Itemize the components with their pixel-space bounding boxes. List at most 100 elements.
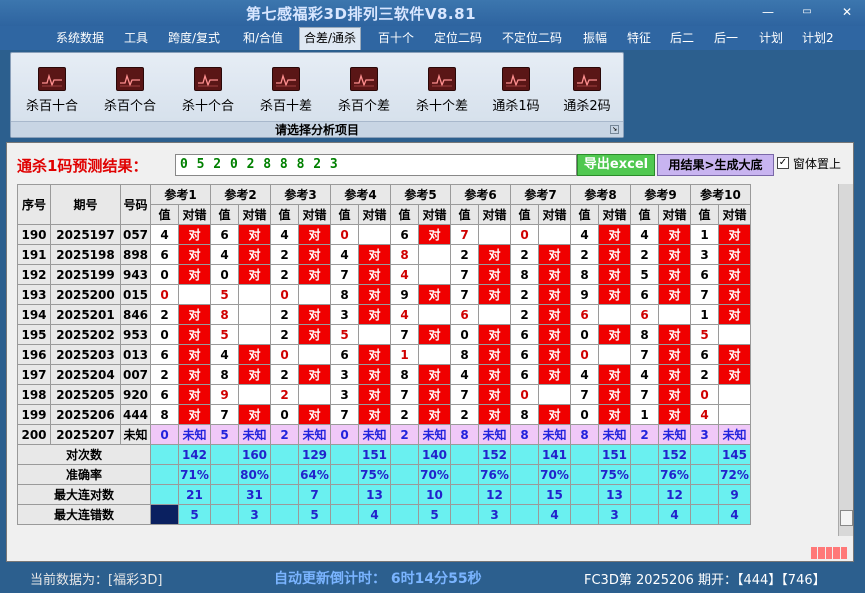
issue-header[interactable]: 期号 (50, 184, 121, 225)
ref-value-cell: 0 (450, 324, 479, 345)
ribbon-button-0[interactable]: 杀百十合 (17, 65, 87, 115)
ref-hit-cell: 对 (178, 224, 211, 245)
ref-header-4[interactable]: 参考4 (330, 184, 391, 205)
row-seq: 199 (17, 404, 51, 425)
close-button[interactable]: ✕ (838, 5, 856, 19)
vertical-scrollbar[interactable] (838, 184, 853, 536)
table-row[interactable]: 199 2025206 444 8 对 7 对 0 对 7 对 2 对 2 对 8 对 0 对 1 对 4 (17, 404, 751, 425)
generate-base-button[interactable]: 用结果>生成大底 (657, 154, 774, 176)
menu-item-7[interactable]: 不定位二码 (502, 29, 562, 47)
table-row[interactable]: 190 2025197 057 4 对 6 对 4 对 0 6 对 7 0 4 对 4 对 1 对 (17, 224, 751, 245)
result-field[interactable]: 0 5 2 0 2 8 8 8 2 3 (175, 154, 577, 176)
menu-item-0[interactable]: 系统数据 (56, 29, 104, 47)
hit-subheader: 对错 (718, 204, 751, 225)
menu-item-1[interactable]: 工具 (124, 29, 148, 47)
ribbon-button-label: 杀十个合 (181, 99, 234, 114)
ref-value-cell: 6 (690, 344, 719, 365)
ref-hit-cell (478, 304, 511, 325)
code-header[interactable]: 号码 (120, 184, 151, 225)
ref-value-cell: 4 (570, 364, 599, 385)
ref-value-cell: 8 (390, 244, 419, 265)
restore-button[interactable]: ▭ (798, 5, 816, 19)
table-row[interactable]: 194 2025201 846 2 对 8 2 对 3 对 4 6 2 对 6 6 1 对 (17, 304, 751, 325)
menu-item-2[interactable]: 跨度/复式 (168, 29, 220, 47)
ref-hit-cell (298, 344, 331, 365)
ref-value-cell: 2 (390, 404, 419, 425)
ref-value-cell: 2 (270, 324, 299, 345)
pending-row[interactable]: 200 2025207 未知 0 未知 5 未知 2 未知 0 未知 2 未知 8 未知 8 未知 8 未知 2 未知 3… (17, 424, 751, 445)
ref-header-10[interactable]: 参考10 (690, 184, 751, 205)
ribbon-button-2[interactable]: 杀十个合 (173, 65, 243, 115)
export-excel-button[interactable]: 导出excel (577, 154, 655, 176)
ref-hit-cell: 对 (298, 324, 331, 345)
menu-item-5[interactable]: 百十个 (378, 29, 414, 47)
ribbon-button-1[interactable]: 杀百个合 (95, 65, 165, 115)
ref-header-3[interactable]: 参考3 (270, 184, 331, 205)
menu-item-13[interactable]: 计划2 (802, 29, 834, 47)
ribbon-button-label: 通杀1码 (492, 99, 540, 114)
table-row[interactable]: 192 2025199 943 0 对 0 对 2 对 7 对 4 7 对 8 对 8 对 5 对 6 对 (17, 264, 751, 285)
window-title: 第七感福彩3D排列三软件V8.81 (246, 5, 477, 23)
stats-value-cell: 15 (538, 484, 571, 505)
ref-hit-cell: 对 (718, 284, 751, 305)
ref-hit-cell: 对 (538, 364, 571, 385)
minimize-button[interactable]: — (759, 5, 777, 19)
menu-item-4[interactable]: 合差/通杀 (299, 27, 362, 50)
ref-hit-cell: 对 (238, 264, 271, 285)
ref-value-cell: 3 (330, 384, 359, 405)
topmost-checkbox[interactable]: ✓ (777, 157, 789, 169)
ref-header-1[interactable]: 参考1 (150, 184, 211, 205)
pending-value-cell: 2 (630, 424, 659, 445)
ref-header-2[interactable]: 参考2 (210, 184, 271, 205)
ribbon-caption: 请选择分析项目 ↘ (11, 121, 623, 137)
menu-item-9[interactable]: 特征 (627, 29, 651, 47)
ref-hit-cell: 对 (178, 304, 211, 325)
stats-spacer-cell (330, 504, 359, 525)
ref-hit-cell (298, 284, 331, 305)
ref-hit-cell: 对 (358, 384, 391, 405)
ribbon-button-label: 杀百个合 (103, 99, 156, 114)
stats-spacer-cell (570, 504, 599, 525)
scroll-thumb[interactable] (840, 510, 853, 526)
ref-value-cell: 3 (330, 304, 359, 325)
stats-spacer-cell (330, 464, 359, 485)
menu-item-12[interactable]: 计划 (759, 29, 783, 47)
menu-item-6[interactable]: 定位二码 (434, 29, 482, 47)
table-row[interactable]: 196 2025203 013 6 对 4 对 0 6 对 1 8 对 6 对 0 7 对 6 对 (17, 344, 751, 365)
ref-hit-cell (238, 284, 271, 305)
table-row[interactable]: 191 2025198 898 6 对 4 对 2 对 4 对 8 2 对 2 对 2 对 2 对 3 对 (17, 244, 751, 265)
hit-subheader: 对错 (178, 204, 211, 225)
row-code: 898 (120, 244, 151, 265)
table-row[interactable]: 198 2025205 920 6 对 9 2 3 对 7 对 7 对 0 7 对 7 对 0 (17, 384, 751, 405)
seq-header[interactable]: 序号 (17, 184, 51, 225)
ref-value-cell: 7 (630, 384, 659, 405)
ribbon-button-3[interactable]: 杀百十差 (251, 65, 321, 115)
ref-value-cell: 4 (270, 224, 299, 245)
ref-header-9[interactable]: 参考9 (630, 184, 691, 205)
table-row[interactable]: 195 2025202 953 0 对 5 2 对 5 7 对 0 对 6 对 0 对 8 对 5 (17, 324, 751, 345)
table-row[interactable]: 197 2025204 007 2 对 8 对 2 对 3 对 8 对 4 对 6 对 4 对 4 对 2 对 (17, 364, 751, 385)
stats-value-cell: 31 (238, 484, 271, 505)
menu-item-10[interactable]: 后二 (670, 29, 694, 47)
ribbon-button-6[interactable]: 通杀1码 (481, 65, 551, 115)
ribbon-button-5[interactable]: 杀十个差 (407, 65, 477, 115)
menu-item-3[interactable]: 和/合值 (243, 29, 283, 47)
stats-spacer-cell (630, 444, 659, 465)
table-row[interactable]: 193 2025200 015 0 5 0 8 对 9 对 7 对 2 对 9 对 6 对 7 对 (17, 284, 751, 305)
ribbon-button-4[interactable]: 杀百个差 (329, 65, 399, 115)
row-issue: 2025205 (50, 384, 121, 405)
hit-subheader: 对错 (238, 204, 271, 225)
ref-hit-cell: 对 (418, 384, 451, 405)
dialog-launcher-icon[interactable]: ↘ (610, 125, 619, 134)
stats-value-cell: 5 (298, 504, 331, 525)
ref-header-7[interactable]: 参考7 (510, 184, 571, 205)
menu-item-11[interactable]: 后一 (714, 29, 738, 47)
ref-header-5[interactable]: 参考5 (390, 184, 451, 205)
ribbon-button-7[interactable]: 通杀2码 (552, 65, 622, 115)
ref-header-6[interactable]: 参考6 (450, 184, 511, 205)
ref-hit-cell (358, 324, 391, 345)
ref-hit-cell (358, 224, 391, 245)
menu-item-8[interactable]: 振幅 (583, 29, 607, 47)
ref-header-8[interactable]: 参考8 (570, 184, 631, 205)
ref-value-cell: 6 (390, 224, 419, 245)
